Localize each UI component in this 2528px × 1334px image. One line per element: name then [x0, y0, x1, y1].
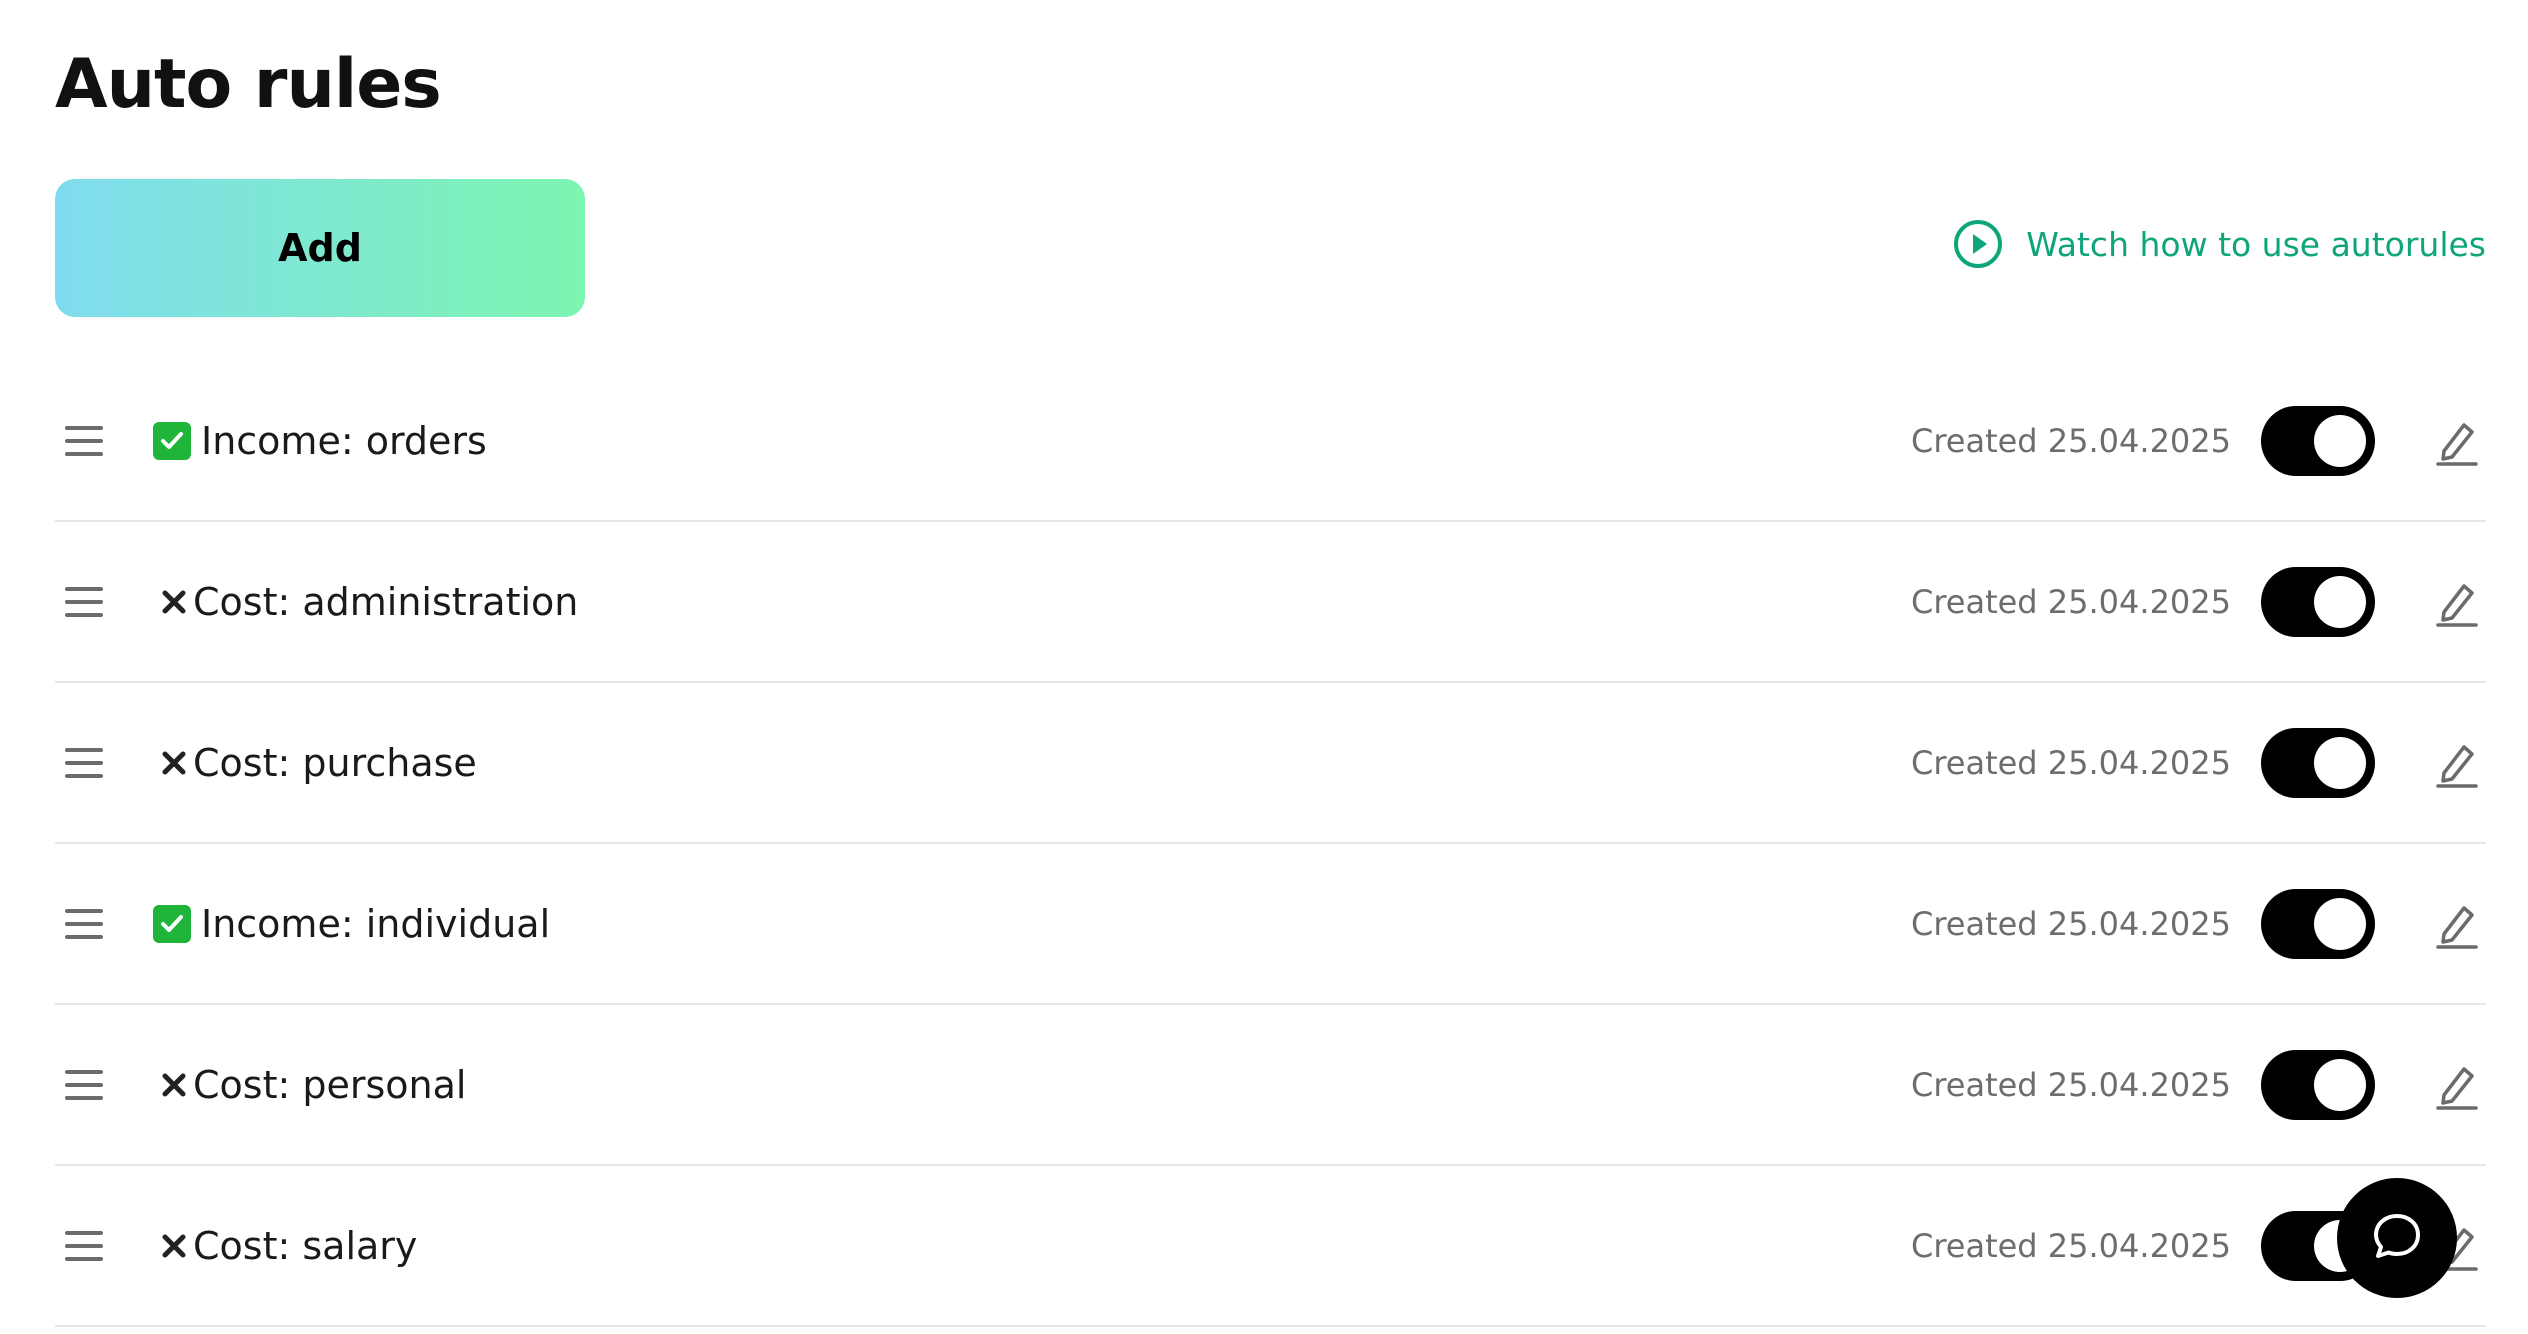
rule-label: Cost: personal — [193, 1062, 467, 1107]
rule-name: Cost: personal — [153, 1063, 466, 1107]
edit-pencil-icon[interactable] — [2434, 576, 2480, 628]
rule-name: Income: individual — [153, 902, 550, 946]
rule-row: Income: individual Created 25.04.2025 — [55, 844, 2486, 1005]
watch-tutorial-link[interactable]: Watch how to use autorules — [1952, 218, 2486, 270]
page-title: Auto rules — [55, 45, 442, 124]
rule-label: Cost: administration — [193, 579, 579, 624]
drag-handle-icon[interactable] — [65, 908, 103, 939]
rule-toggle[interactable] — [2261, 727, 2375, 798]
chat-button[interactable] — [2337, 1178, 2457, 1298]
rule-label: Cost: salary — [193, 1223, 418, 1268]
cross-icon — [159, 1066, 189, 1104]
edit-pencil-icon[interactable] — [2434, 737, 2480, 789]
drag-handle-icon[interactable] — [65, 747, 103, 778]
cross-icon — [159, 744, 189, 782]
edit-pencil-icon[interactable] — [2434, 898, 2480, 950]
watch-tutorial-label: Watch how to use autorules — [2026, 224, 2486, 264]
rule-label: Income: individual — [201, 901, 551, 946]
rules-list: Income: orders Created 25.04.2025 Cost: … — [55, 361, 2486, 1327]
rule-name: Cost: salary — [153, 1224, 417, 1268]
edit-pencil-icon[interactable] — [2434, 415, 2480, 467]
add-button[interactable]: Add — [55, 179, 585, 317]
rule-name: Cost: purchase — [153, 741, 477, 785]
rule-toggle[interactable] — [2261, 566, 2375, 637]
edit-pencil-icon[interactable] — [2434, 1059, 2480, 1111]
rule-toggle[interactable] — [2261, 1049, 2375, 1120]
drag-handle-icon[interactable] — [65, 586, 103, 617]
rule-toggle[interactable] — [2261, 405, 2375, 476]
rule-row: Cost: administration Created 25.04.2025 — [55, 522, 2486, 683]
rule-label: Income: orders — [201, 418, 487, 463]
created-date: Created 25.04.2025 — [1910, 904, 2231, 943]
rule-row: Income: orders Created 25.04.2025 — [55, 361, 2486, 522]
created-date: Created 25.04.2025 — [1910, 421, 2231, 460]
rule-row: Cost: salary Created 25.04.2025 — [55, 1166, 2486, 1327]
created-date: Created 25.04.2025 — [1910, 1226, 2231, 1265]
rule-row: Cost: purchase Created 25.04.2025 — [55, 683, 2486, 844]
auto-rules-page: Auto rules Add Watch how to use autorule… — [0, 0, 2528, 1334]
created-date: Created 25.04.2025 — [1910, 582, 2231, 621]
rule-name: Cost: administration — [153, 580, 578, 624]
drag-handle-icon[interactable] — [65, 1069, 103, 1100]
rule-toggle[interactable] — [2261, 888, 2375, 959]
play-circle-icon — [1952, 218, 2004, 270]
rule-label: Cost: purchase — [193, 740, 477, 785]
drag-handle-icon[interactable] — [65, 1230, 103, 1261]
cross-icon — [159, 583, 189, 621]
cross-icon — [159, 1227, 189, 1265]
created-date: Created 25.04.2025 — [1910, 743, 2231, 782]
rule-row: Cost: personal Created 25.04.2025 — [55, 1005, 2486, 1166]
rule-name: Income: orders — [153, 419, 487, 463]
green-check-icon — [153, 421, 191, 460]
drag-handle-icon[interactable] — [65, 425, 103, 456]
chat-bubble-icon — [2369, 1208, 2425, 1268]
created-date: Created 25.04.2025 — [1910, 1065, 2231, 1104]
green-check-icon — [153, 904, 191, 943]
